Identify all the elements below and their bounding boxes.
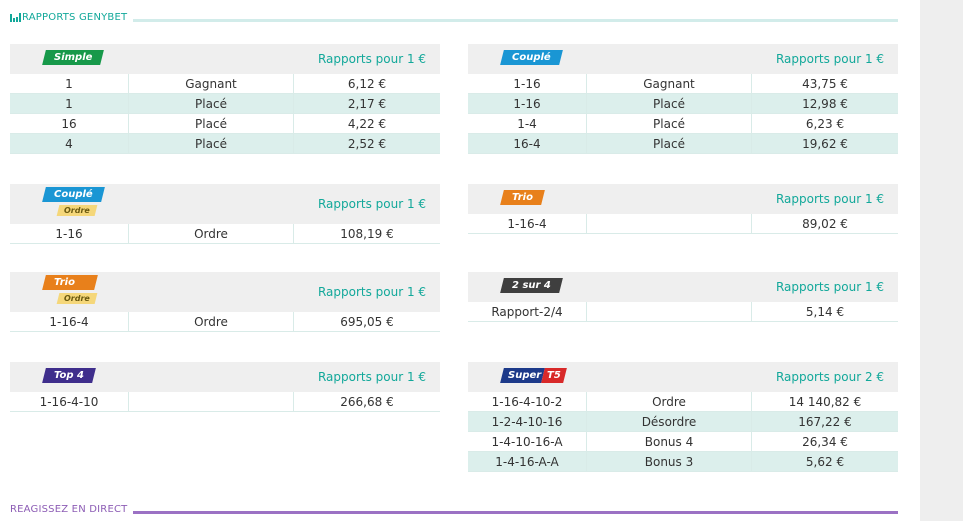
- rapport-label: Rapports pour 1 €: [317, 285, 427, 299]
- table-header: Trio Ordre Rapports pour 1 €: [10, 272, 440, 312]
- table-header: Trio Rapports pour 1 €: [468, 184, 898, 214]
- table-trio: Trio Rapports pour 1 € 1-16-4 89,02 €: [468, 184, 898, 234]
- section-title: RAPPORTS GENYBET: [22, 11, 128, 23]
- table-trio-ordre: Trio Ordre Rapports pour 1 € 1-16-4 Ordr…: [10, 272, 440, 332]
- table-header: Couplé Ordre Rapports pour 1 €: [10, 184, 440, 224]
- table-header: Couplé Rapports pour 1 €: [468, 44, 898, 74]
- table-row: 1 Gagnant 6,12 €: [10, 74, 440, 94]
- section-divider: [133, 510, 898, 514]
- badge-couple: Couplé: [42, 187, 105, 202]
- table-row: 1-16-4-10-2 Ordre 14 140,82 €: [468, 392, 898, 412]
- table-row: Rapport-2/4 5,14 €: [468, 302, 898, 322]
- table-row: 16 Placé 4,22 €: [10, 114, 440, 134]
- badge-trio: Trio: [42, 275, 98, 290]
- section-divider: [133, 18, 898, 22]
- table-couple: Couplé Rapports pour 1 € 1-16 Gagnant 43…: [468, 44, 898, 154]
- bar-chart-icon: [10, 13, 21, 22]
- section-header-rapports: RAPPORTS GENYBET: [10, 10, 898, 24]
- rapport-label: Rapports pour 1 €: [317, 52, 427, 66]
- table-row: 4 Placé 2,52 €: [10, 134, 440, 154]
- badge-couple: Couplé: [500, 50, 563, 65]
- table-header: Super T5 Rapports pour 2 €: [468, 362, 898, 392]
- main-content: RAPPORTS GENYBET Simple Rapports pour 1 …: [0, 0, 920, 521]
- badge-ordre: Ordre: [56, 205, 98, 216]
- table-couple-ordre: Couplé Ordre Rapports pour 1 € 1-16 Ordr…: [10, 184, 440, 244]
- badge-group: Trio Ordre: [42, 275, 98, 304]
- rapport-label: Rapports pour 1 €: [775, 280, 885, 294]
- badge-top-4: Top 4: [42, 368, 96, 383]
- badge-group: Couplé Ordre: [42, 187, 105, 216]
- table-row: 1-4-10-16-A Bonus 4 26,34 €: [468, 432, 898, 452]
- table-row: 1-16 Gagnant 43,75 €: [468, 74, 898, 94]
- table-row: 1-4 Placé 6,23 €: [468, 114, 898, 134]
- table-header: Top 4 Rapports pour 1 €: [10, 362, 440, 392]
- table-row: 16-4 Placé 19,62 €: [468, 134, 898, 154]
- rapport-label: Rapports pour 1 €: [317, 197, 427, 211]
- table-row: 1-16-4 89,02 €: [468, 214, 898, 234]
- table-header: Simple Rapports pour 1 €: [10, 44, 440, 74]
- right-sidebar: [920, 0, 963, 521]
- table-header: 2 sur 4 Rapports pour 1 €: [468, 272, 898, 302]
- table-row: 1-16-4 Ordre 695,05 €: [10, 312, 440, 332]
- table-row: 1-4-16-A-A Bonus 3 5,62 €: [468, 452, 898, 472]
- table-row: 1-16 Placé 12,98 €: [468, 94, 898, 114]
- table-super-t5: Super T5 Rapports pour 2 € 1-16-4-10-2 O…: [468, 362, 898, 472]
- badge-2-sur-4: 2 sur 4: [500, 278, 563, 293]
- table-simple: Simple Rapports pour 1 € 1 Gagnant 6,12 …: [10, 44, 440, 154]
- badge-simple: Simple: [42, 50, 105, 65]
- rapport-label: Rapports pour 1 €: [775, 192, 885, 206]
- rapport-label: Rapports pour 1 €: [775, 52, 885, 66]
- table-row: 1-16 Ordre 108,19 €: [10, 224, 440, 244]
- table-row: 1-16-4-10 266,68 €: [10, 392, 440, 412]
- section-header-reagissez: REAGISSEZ EN DIRECT: [10, 502, 898, 516]
- badge-ordre: Ordre: [56, 293, 98, 304]
- table-row: 1-2-4-10-16 Désordre 167,22 €: [468, 412, 898, 432]
- rapport-label: Rapports pour 1 €: [317, 370, 427, 384]
- rapport-label: Rapports pour 2 €: [775, 370, 885, 384]
- badge-super-t5: Super T5: [500, 368, 567, 383]
- table-row: 1 Placé 2,17 €: [10, 94, 440, 114]
- table-2-sur-4: 2 sur 4 Rapports pour 1 € Rapport-2/4 5,…: [468, 272, 898, 322]
- table-top-4: Top 4 Rapports pour 1 € 1-16-4-10 266,68…: [10, 362, 440, 412]
- section-footer-title: REAGISSEZ EN DIRECT: [10, 503, 128, 515]
- badge-trio: Trio: [500, 190, 545, 205]
